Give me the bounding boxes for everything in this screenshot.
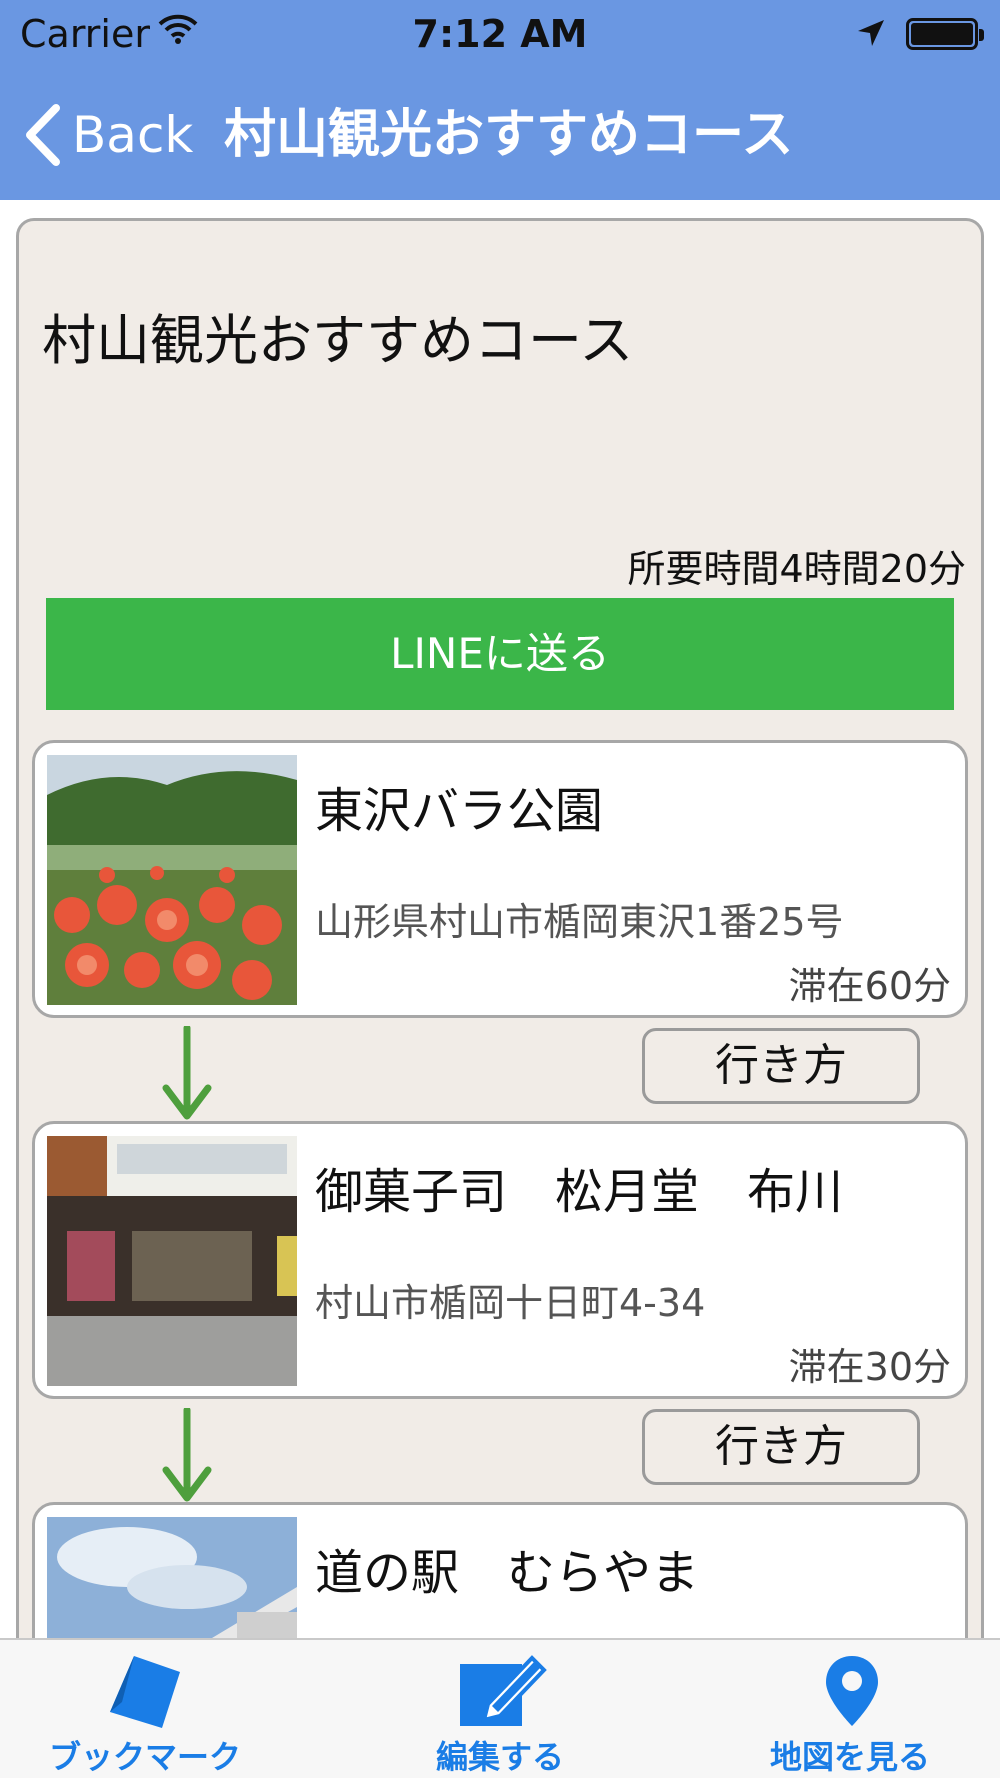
spot-stay-duration: 滞在30分 — [788, 1345, 951, 1389]
spot-stay-duration: 滞在60分 — [788, 964, 951, 1008]
tab-bar: ブックマーク 編集する 地図を見る — [0, 1638, 1000, 1778]
spot-photo-confectionery-shop — [47, 1136, 297, 1386]
spot-name: 東沢バラ公園 — [315, 783, 604, 839]
down-arrow-icon — [162, 1408, 212, 1502]
spot-address: 山形県村山市楯岡東沢1番25号 — [315, 900, 844, 944]
battery-icon — [906, 18, 984, 50]
edit-icon — [460, 1655, 547, 1726]
back-label: Back — [72, 106, 194, 164]
course-duration: 所要時間4時間20分 — [627, 547, 966, 591]
map-pin-icon — [826, 1656, 878, 1726]
directions-button[interactable]: 行き方 — [642, 1409, 920, 1485]
spot-card[interactable]: 御菓子司 松月堂 布川 村山市楯岡十日町4-34 滞在30分 — [32, 1121, 968, 1399]
tab-map[interactable]: 地図を見る — [730, 1640, 970, 1780]
spot-card[interactable]: 東沢バラ公園 山形県村山市楯岡東沢1番25号 滞在60分 — [32, 740, 968, 1018]
clock-label: 7:12 AM — [412, 12, 588, 56]
down-arrow-icon — [162, 1026, 212, 1120]
tab-map-label: 地図を見る — [769, 1738, 930, 1776]
tab-edit-label: 編集する — [435, 1738, 564, 1776]
navigation-bar: Carrier 7:12 AM Back 村山観光おすすめコース — [0, 0, 1000, 200]
nav-title: 村山観光おすすめコース — [224, 105, 794, 165]
course-title: 村山観光おすすめコース — [42, 309, 634, 372]
tab-bookmark[interactable]: ブックマーク — [20, 1640, 270, 1780]
location-arrow-icon — [858, 20, 884, 46]
bookmark-icon — [110, 1656, 180, 1728]
tab-bookmark-label: ブックマーク — [48, 1738, 241, 1776]
spot-name: 道の駅 むらやま — [315, 1545, 700, 1601]
tab-edit[interactable]: 編集する — [380, 1640, 620, 1780]
back-button[interactable]: Back — [24, 100, 193, 170]
directions-button[interactable]: 行き方 — [642, 1028, 920, 1104]
send-to-line-button[interactable]: LINEに送る — [46, 598, 954, 710]
spot-photo-rose-garden — [47, 755, 297, 1005]
spot-address: 村山市楯岡十日町4-34 — [315, 1281, 706, 1325]
spot-name: 御菓子司 松月堂 布川 — [315, 1164, 844, 1220]
chevron-left-icon — [26, 104, 60, 166]
